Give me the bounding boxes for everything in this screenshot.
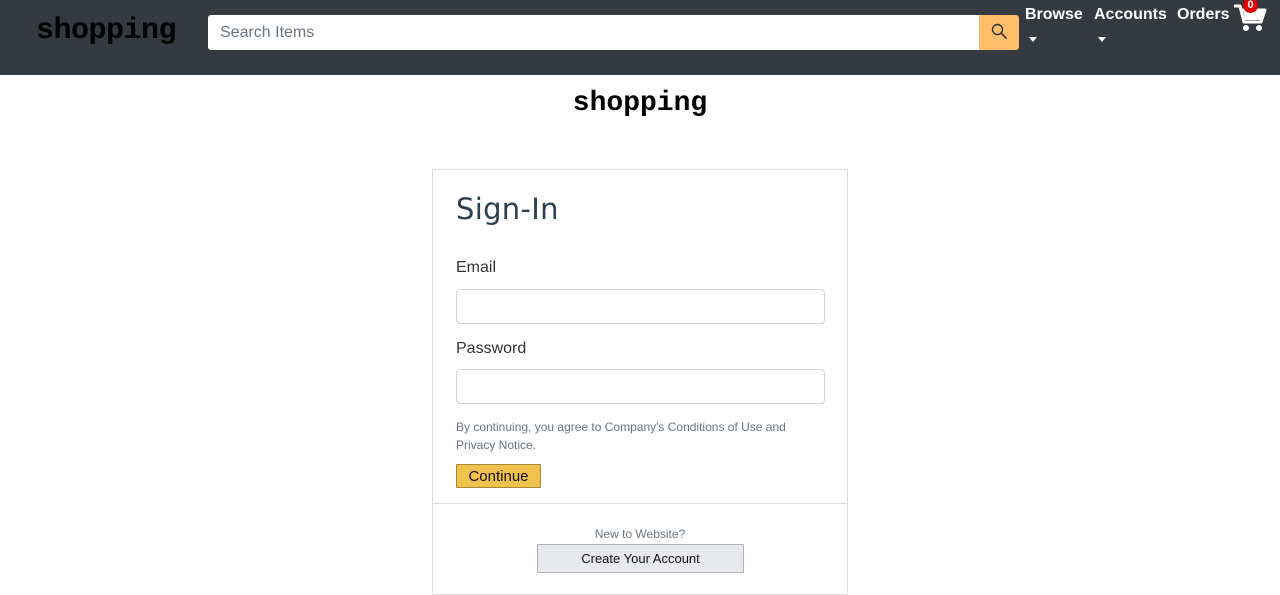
new-customer-text: New to Website?: [594, 527, 686, 541]
nav-accounts[interactable]: Accounts: [1094, 6, 1167, 42]
nav-orders-label: Orders: [1177, 6, 1230, 23]
email-field[interactable]: [456, 289, 825, 324]
nav-orders[interactable]: Orders: [1177, 6, 1229, 24]
create-account-button[interactable]: Create Your Account: [537, 544, 744, 573]
nav-accounts-label: Accounts: [1094, 6, 1167, 23]
search-icon: [991, 23, 1007, 42]
signin-title: Sign-In: [456, 192, 559, 226]
site-logo[interactable]: shopping: [36, 14, 177, 48]
continue-button[interactable]: Continue: [456, 464, 541, 488]
nav-browse-label: Browse: [1025, 6, 1083, 23]
search-button[interactable]: [979, 15, 1019, 50]
password-field[interactable]: [456, 369, 825, 404]
cart-button[interactable]: 0: [1234, 0, 1270, 34]
card-divider: [433, 503, 847, 504]
legal-notice: By continuing, you agree to Company's Co…: [456, 420, 786, 452]
page-logo[interactable]: shopping: [0, 88, 1280, 119]
search-bar: [208, 15, 1019, 50]
search-input[interactable]: [208, 15, 979, 50]
top-navbar: shopping Browse Accounts Orders: [0, 0, 1280, 75]
password-label: Password: [456, 340, 527, 357]
caret-down-icon: [1029, 37, 1037, 42]
caret-down-icon: [1098, 37, 1106, 42]
signin-card: Sign-In Email Password By continuing, yo…: [432, 169, 848, 595]
email-label: Email: [456, 259, 497, 276]
nav-browse[interactable]: Browse: [1025, 6, 1083, 42]
